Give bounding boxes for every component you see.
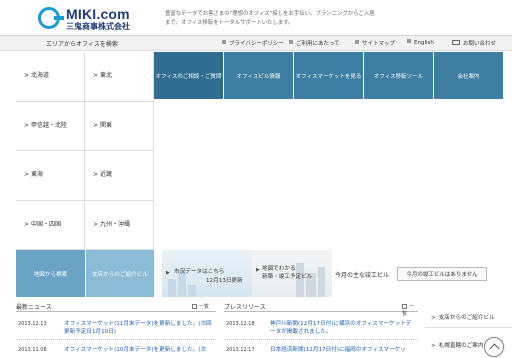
english-link[interactable]: English [407, 39, 434, 46]
map-banner-line1: 地図でわかる [262, 266, 296, 272]
area-label: 北海道 [31, 72, 50, 79]
chevron-right-icon: > [93, 121, 99, 129]
area-search-title: エリアからオフィスを検索 [46, 41, 118, 48]
nav-company[interactable]: 会社案内 [434, 52, 503, 99]
area-label: 中国・四国 [31, 220, 62, 228]
new-building-label: 今月の主な竣工ビル [335, 272, 390, 279]
area-tokai[interactable]: > 東海 [16, 151, 85, 201]
nav-building-info[interactable]: オフィスビル情報 [224, 52, 294, 99]
building-graphic [318, 267, 325, 297]
bullet-icon [289, 40, 293, 44]
news-date: 2013.12.13 [18, 321, 47, 327]
latest-news-more[interactable]: 一覧 [192, 303, 209, 310]
bullet-icon [355, 40, 359, 44]
news-date: 2013.11.08 [18, 347, 47, 353]
chevron-right-icon: > [24, 121, 30, 129]
press-title: プレスリリース [224, 300, 418, 312]
press-item: 2013.12.18 神戸川新聞(12月17日付)に横浜のオフィスマーケットデー… [224, 318, 418, 340]
chevron-right-icon: ▶ [166, 270, 170, 276]
chevron-right-icon: > [93, 220, 99, 228]
site-header: MIKI.com 三鬼商事株式会社 豊富なデータでお客さまの"理想のオフィス"探… [0, 0, 512, 36]
nav-office-market[interactable]: オフィスマーケットを見る [294, 52, 364, 99]
nav-relocation-tools[interactable]: オフィス移転ツール [364, 52, 434, 99]
area-grid: > 北海道 > 東北 > 甲信越・北陸 > 関東 > 東海 > 近畿 > 中国・四国 > 九州・… [16, 52, 154, 250]
chevron-right-icon: > [431, 315, 436, 321]
logo-icon[interactable] [38, 7, 64, 29]
new-building-map-banner[interactable]: ▶ 地図でわかる 新築・竣工予定ビル [252, 250, 332, 297]
terms-link[interactable]: ご利用にあたって [289, 39, 340, 47]
side-link-branch[interactable]: > 支店からのご紹介ビル [425, 306, 512, 328]
area-kyushu[interactable]: > 九州・沖縄 [85, 200, 154, 250]
privacy-link-label: プライバシーポリシー [229, 41, 284, 47]
info-banners: ▶ 市況データはこちら 12月13日更新 ▶ 地図でわかる 新築・竣工予定ビル … [154, 250, 503, 297]
map-banner-line2: 新築・竣工予定ビル [262, 274, 313, 280]
scroll-to-top-button[interactable] [484, 337, 504, 357]
map-search-button[interactable]: 地図から検索 [16, 250, 85, 297]
area-label: 甲信越・北陸 [31, 121, 68, 129]
area-label: 近畿 [100, 171, 113, 178]
market-data-text: 市況データはこちら [174, 269, 225, 275]
terms-link-label: ご利用にあたって [296, 41, 340, 47]
news-link[interactable]: オフィスマーケット(11月末データ)を更新しました。(次回更新予定日1月10日) [64, 320, 214, 336]
tagline: 豊富なデータでお客さまの"理想のオフィス"探しをお手伝い。プランニングからご入居… [165, 11, 375, 26]
press-date: 2013.12.17 [226, 347, 255, 353]
area-label: 東海 [31, 171, 44, 178]
chevron-right-icon: > [24, 171, 30, 178]
main-visual [154, 99, 503, 250]
press-date: 2013.12.18 [226, 321, 255, 327]
chevron-right-icon: > [93, 72, 99, 79]
chevron-right-icon: > [24, 72, 30, 79]
bullet-icon [222, 40, 226, 44]
logo-subtitle: 三鬼商事株式会社 [66, 22, 130, 31]
contact-link-label: お問い合わせ [463, 41, 497, 47]
sitemap-link[interactable]: サイトマップ [355, 39, 395, 47]
area-kanto[interactable]: > 関東 [85, 101, 154, 151]
chevron-right-icon: > [431, 343, 436, 349]
area-label: 関東 [100, 121, 113, 129]
sitemap-link-label: サイトマップ [362, 41, 396, 47]
area-tohoku[interactable]: > 東北 [85, 52, 154, 102]
building-graphic [168, 279, 176, 297]
branch-building-button[interactable]: 支店からのご紹介ビル [85, 250, 154, 297]
news-item: 2013.12.13 オフィスマーケット(11月末データ)を更新しました。(次回… [16, 318, 216, 340]
bullet-icon [407, 39, 411, 43]
new-building-button[interactable]: 今月の竣工ビルはありません [397, 267, 487, 281]
chevron-right-icon: ▶ [256, 267, 260, 273]
press-more[interactable]: 一覧 [402, 303, 418, 317]
search-banners: 地図から検索 支店からのご紹介ビル [16, 250, 154, 297]
area-label: 九州・沖縄 [100, 220, 131, 228]
area-koshinetsu[interactable]: > 甲信越・北陸 [16, 101, 85, 151]
chevron-right-icon: > [24, 220, 30, 228]
area-label: 東北 [100, 72, 113, 79]
utility-bar: エリアからオフィスを検索 プライバシーポリシー ご利用にあたって サイトマップ … [0, 36, 512, 51]
privacy-link[interactable]: プライバシーポリシー [222, 39, 284, 47]
press-link[interactable]: 神戸川新聞(12月17日付)に横浜のオフィスマーケットデータが掲載されました。 [270, 320, 416, 336]
area-chugoku[interactable]: > 中国・四国 [16, 200, 85, 250]
latest-news-title: 最新ニュース [16, 300, 216, 312]
news-item: 2013.11.08 オフィスマーケット(10月末データ)を更新しました。(次 [16, 344, 216, 358]
building-graphic [188, 285, 196, 297]
logo-text[interactable]: MIKI.com [66, 6, 130, 22]
area-hokkaido[interactable]: > 北海道 [16, 52, 85, 102]
main-nav: オフィスのご相談・ご質問 オフィスビル情報 オフィスマーケットを見る オフィス移… [154, 52, 503, 99]
market-data-banner[interactable]: ▶ 市況データはこちら 12月13日更新 [162, 250, 252, 297]
contact-link[interactable]: お問い合わせ [452, 39, 496, 47]
more-label: 一覧 [199, 304, 210, 310]
side-link-label: 支店からのご紹介ビル [438, 315, 495, 321]
list-icon [402, 304, 407, 309]
chevron-right-icon: > [93, 171, 99, 178]
news-link[interactable]: オフィスマーケット(10月末データ)を更新しました。(次 [64, 346, 214, 354]
english-link-label: English [414, 40, 434, 46]
area-kinki[interactable]: > 近畿 [85, 151, 154, 201]
press-link[interactable]: 日本経済新聞(12月17日付)に福岡のオフィスマーケッ [270, 346, 416, 354]
press-item: 2013.12.17 日本経済新聞(12月17日付)に福岡のオフィスマーケッ [224, 344, 418, 358]
side-link-label: 札幌直轄のご案内 [438, 343, 484, 349]
list-icon [192, 304, 197, 309]
nav-consultation[interactable]: オフィスのご相談・ご質問 [154, 52, 224, 99]
envelope-icon [452, 40, 460, 45]
market-data-date: 12月13日更新 [206, 278, 243, 284]
